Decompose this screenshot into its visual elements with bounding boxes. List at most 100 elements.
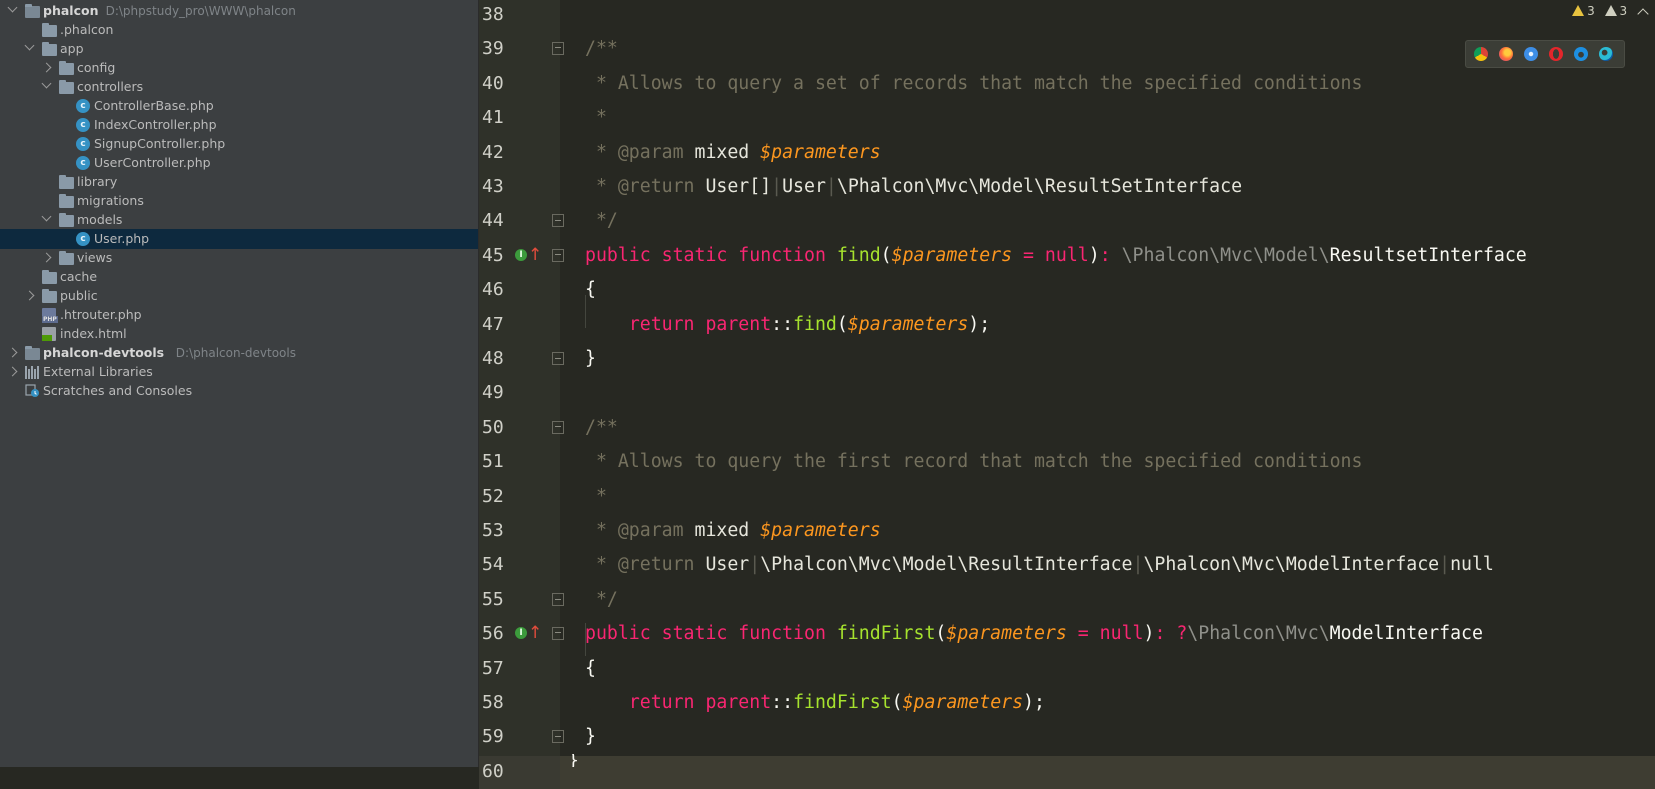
tree-item-indexcontroller-php[interactable]: c IndexController.php — [0, 115, 478, 135]
firefox-icon[interactable] — [1499, 47, 1513, 61]
tree-item-migrations[interactable]: migrations — [0, 191, 478, 211]
code-area[interactable]: } — [560, 343, 1655, 376]
code-area[interactable]: public static function find($parameters … — [560, 240, 1655, 273]
chevron-down-icon[interactable] — [41, 211, 52, 222]
code-area[interactable]: */ — [560, 584, 1655, 617]
code-line[interactable]: 48} — [479, 343, 1655, 376]
chevron-right-icon[interactable] — [41, 62, 52, 73]
tree-item-controllerbase-php[interactable]: c ControllerBase.php — [0, 96, 478, 116]
tree-item-phalcon[interactable]: .phalcon — [0, 20, 478, 40]
gutter-cell: 48 — [479, 343, 564, 376]
code-area[interactable]: { — [560, 274, 1655, 307]
code-area[interactable]: return parent::findFirst($parameters); — [560, 687, 1655, 720]
tree-item-views[interactable]: views — [0, 248, 478, 268]
weak-warning-counter[interactable]: 3 — [1604, 4, 1627, 18]
tree-item-cache[interactable]: cache — [0, 267, 478, 287]
code-line[interactable]: 43 * @return User[]|User|\Phalcon\Mvc\Mo… — [479, 171, 1655, 204]
folder-icon — [42, 42, 57, 56]
code-line[interactable]: 44 */ — [479, 205, 1655, 238]
implements-marker-icon[interactable]: I — [515, 248, 527, 261]
tree-item-config[interactable]: config — [0, 58, 478, 78]
folder-icon — [25, 346, 40, 360]
code-line[interactable]: 50 /** — [479, 412, 1655, 445]
code-area[interactable]: */ — [560, 205, 1655, 238]
chevron-down-icon[interactable] — [24, 40, 35, 51]
code-area[interactable]: /** — [560, 412, 1655, 445]
tree-item-user-php[interactable]: c User.php — [0, 229, 478, 249]
code-line[interactable]: 55 */ — [479, 584, 1655, 617]
code-area[interactable]: * @param mixed $parameters — [560, 137, 1655, 170]
code-area[interactable] — [560, 755, 1655, 789]
code-line[interactable]: 51 * Allows to query the first record th… — [479, 446, 1655, 479]
code-area[interactable]: * @return User[]|User|\Phalcon\Mvc\Model… — [560, 171, 1655, 204]
gutter-cell: 43 — [479, 171, 560, 204]
chevron-up-icon[interactable] — [1637, 8, 1649, 20]
safari-icon[interactable] — [1524, 47, 1538, 61]
code-area[interactable]: * — [560, 481, 1655, 514]
code-line[interactable]: 56 I ↑ public static function findFirst($pa… — [479, 618, 1655, 651]
folder-icon — [59, 61, 74, 75]
gutter-cell: 46 — [479, 274, 560, 307]
tree-item-models[interactable]: models — [0, 210, 478, 230]
code-line[interactable]: 38 — [479, 0, 1655, 32]
gutter-cell: 49 — [479, 377, 560, 410]
folder-icon — [42, 289, 57, 303]
code-line[interactable]: 46 { — [479, 274, 1655, 307]
tree-item-index-html[interactable]: index.html — [0, 324, 478, 344]
code-line[interactable]: 40 * Allows to query a set of records th… — [479, 68, 1655, 101]
code-area[interactable] — [560, 0, 1655, 32]
code-line[interactable]: 59} — [479, 721, 1655, 754]
tree-item-phalcon[interactable]: phalcon D:\phpstudy_pro\WWW\phalcon — [0, 1, 478, 21]
code-area[interactable]: * — [560, 102, 1655, 135]
tree-item-library[interactable]: library — [0, 172, 478, 192]
opera-icon[interactable] — [1549, 47, 1563, 61]
code-area[interactable]: * Allows to query a set of records that … — [560, 68, 1655, 101]
code-area[interactable]: { — [560, 653, 1655, 686]
code-line[interactable]: 54 * @return User|\Phalcon\Mvc\Model\Res… — [479, 549, 1655, 582]
tree-item-controllers[interactable]: controllers — [0, 77, 478, 97]
code-token: = null — [1066, 623, 1144, 645]
chevron-right-icon[interactable] — [24, 290, 35, 301]
tree-item-htrouter-php[interactable]: .htrouter.php — [0, 305, 478, 325]
code-line[interactable]: 60 — [479, 755, 1655, 789]
code-line[interactable]: 53 * @param mixed $parameters — [479, 515, 1655, 548]
code-area[interactable]: * @return User|\Phalcon\Mvc\Model\Result… — [560, 549, 1655, 582]
inspection-widget[interactable]: 3 3 — [1566, 4, 1649, 22]
tree-item-usercontroller-php[interactable]: c UserController.php — [0, 153, 478, 173]
overrides-arrow-icon[interactable]: ↑ — [528, 245, 542, 265]
tree-item-public[interactable]: public — [0, 286, 478, 306]
chevron-down-icon[interactable] — [7, 2, 18, 13]
code-line[interactable]: 57 { — [479, 653, 1655, 686]
code-text: * — [585, 486, 607, 508]
code-area[interactable]: * @param mixed $parameters — [560, 515, 1655, 548]
code-line[interactable]: 49 — [479, 377, 1655, 410]
chrome-icon[interactable] — [1474, 47, 1488, 61]
code-area[interactable]: return parent::find($parameters); — [560, 309, 1655, 342]
warning-counter[interactable]: 3 — [1572, 4, 1595, 18]
code-line[interactable]: 41 * — [479, 102, 1655, 135]
edge-icon[interactable] — [1599, 47, 1613, 61]
tree-item-phalcon-devtools[interactable]: phalcon-devtools D:\phalcon-devtools — [0, 343, 478, 363]
chevron-right-icon[interactable] — [41, 252, 52, 263]
tree-item-signupcontroller-php[interactable]: c SignupController.php — [0, 134, 478, 154]
chevron-right-icon[interactable] — [7, 347, 18, 358]
gutter-cell: 40 — [479, 68, 560, 101]
chevron-down-icon[interactable] — [41, 78, 52, 89]
overrides-arrow-icon[interactable]: ↑ — [528, 623, 542, 643]
code-line[interactable]: 42 * @param mixed $parameters — [479, 137, 1655, 170]
tree-item-external-libraries[interactable]: External Libraries — [0, 362, 478, 382]
code-line[interactable]: 47 return parent::find($parameters); — [479, 309, 1655, 342]
chevron-right-icon[interactable] — [7, 366, 18, 377]
code-area[interactable] — [560, 377, 1655, 410]
tree-item-scratches-and-consoles[interactable]: Scratches and Consoles — [0, 381, 478, 401]
code-area[interactable]: } — [560, 721, 1655, 754]
code-area[interactable]: * Allows to query the first record that … — [560, 446, 1655, 479]
implements-marker-icon[interactable]: I — [515, 627, 527, 640]
code-line[interactable]: 58 return parent::findFirst($parameters)… — [479, 687, 1655, 720]
code-line[interactable]: 45 I ↑ public static function find($paramet… — [479, 240, 1655, 273]
tree-item-app[interactable]: app — [0, 39, 478, 59]
code-area[interactable]: public static function findFirst($parame… — [560, 618, 1655, 651]
ie-icon[interactable] — [1574, 47, 1588, 61]
code-line[interactable]: 52 * — [479, 481, 1655, 514]
